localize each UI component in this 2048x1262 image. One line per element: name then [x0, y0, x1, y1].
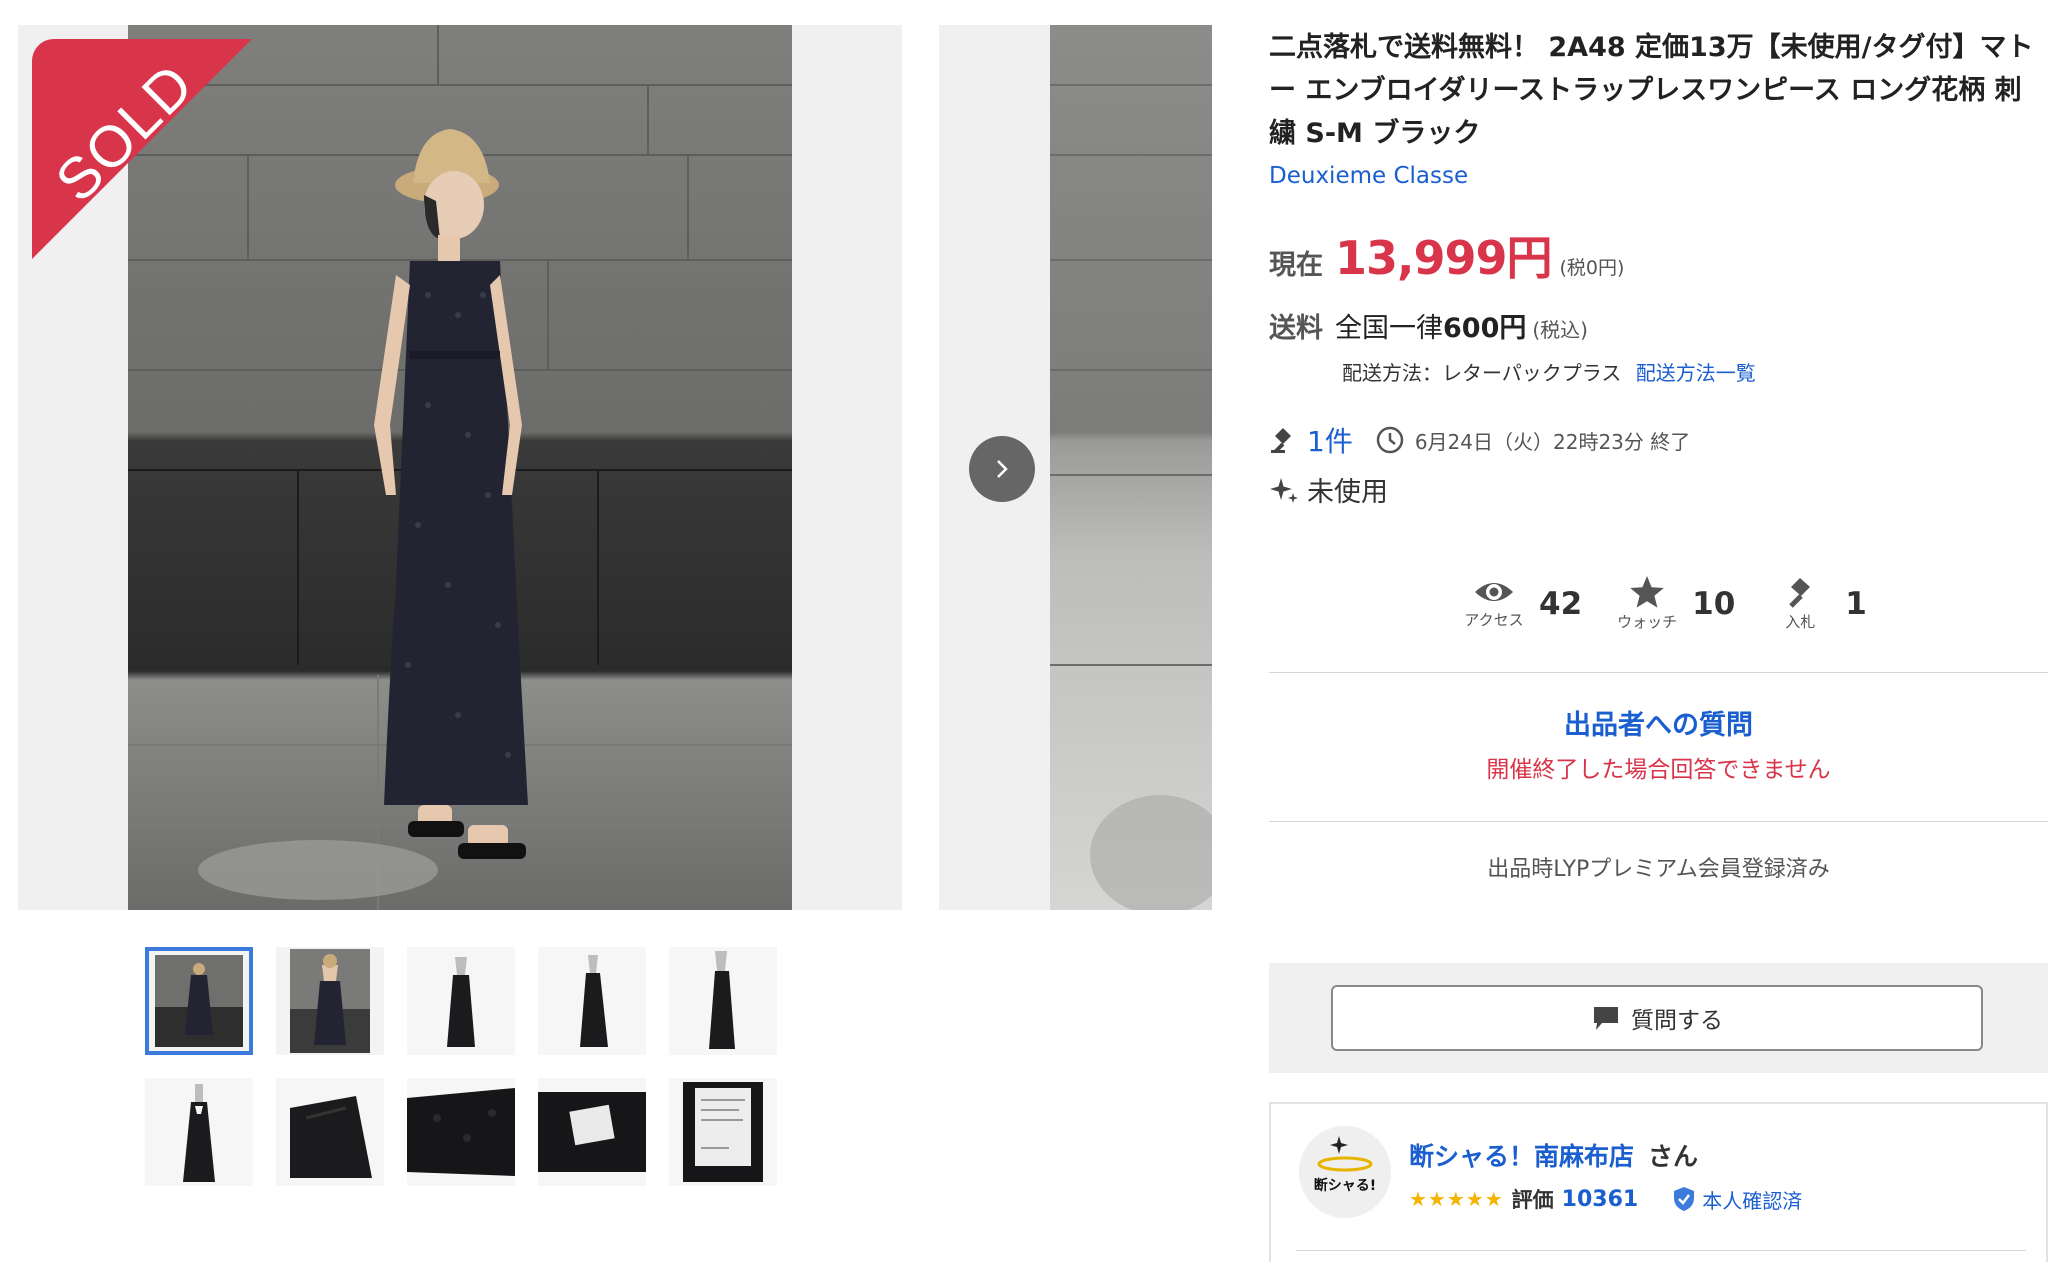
thumbnail-image	[407, 947, 515, 1055]
thumbnail-8[interactable]	[407, 1078, 515, 1186]
chevron-right-icon	[997, 460, 1008, 478]
thumbnail-7[interactable]	[276, 1078, 384, 1186]
questions-closed-note: 開催終了した場合回答できません	[1486, 757, 1831, 783]
item-condition: 未使用	[1307, 477, 1388, 508]
current-price: 13,999円	[1335, 231, 1553, 285]
thumbnail-10[interactable]	[669, 1078, 777, 1186]
thumbnail-image	[538, 1078, 646, 1186]
ask-question-label: 質問する	[1631, 1008, 1723, 1034]
seller-honorific: さん	[1647, 1142, 1698, 1171]
auction-page: SOLD 二点落札で送料無料！ 2A48 定価13万【未使用/タグ付】マトー エ…	[0, 0, 2048, 1262]
ask-question-section: 質問する	[1269, 963, 2048, 1073]
shipping-method-text: 配送方法：レターパックプラス	[1342, 361, 1622, 385]
thumbnail-2[interactable]	[276, 947, 384, 1055]
item-info-panel: 二点落札で送料無料！ 2A48 定価13万【未使用/タグ付】マトー エンブロイダ…	[1269, 0, 2048, 1262]
stat-watch-value: 10	[1692, 585, 1736, 622]
sparkle-icon	[1270, 477, 1298, 503]
condition-row: 未使用	[1269, 470, 1388, 509]
thumbnail-image	[276, 1078, 384, 1186]
shipping-methods-link[interactable]: 配送方法一覧	[1636, 361, 1756, 385]
stat-access-value: 42	[1539, 585, 1583, 622]
seller-card: 断シャる! 断シャる！南麻布店 さん ★★★★★ 評価 10361 本人確認済	[1269, 1102, 2048, 1262]
rating-stars: ★★★★★	[1409, 1187, 1504, 1211]
next-image-button[interactable]	[969, 436, 1035, 502]
auction-end-time: 6月24日（火）22時23分 終了	[1414, 429, 1691, 454]
price-row: 現在 13,999円 (税0円)	[1269, 222, 1624, 288]
stat-watch: ウォッチ 10	[1612, 575, 1735, 632]
eye-icon	[1475, 583, 1513, 601]
thumbnail-image	[669, 947, 777, 1055]
thumbnail-3[interactable]	[407, 947, 515, 1055]
stat-bids-label: 入札	[1785, 613, 1816, 631]
divider	[1269, 821, 2048, 822]
seller-name-row: 断シャる！南麻布店 さん	[1409, 1137, 1698, 1173]
thumbnail-image	[290, 949, 370, 1053]
premium-member-note: 出品時LYPプレミアム会員登録済み	[1487, 857, 1830, 882]
thumbnail-grid	[145, 947, 785, 1186]
item-title: 二点落札で送料無料！ 2A48 定価13万【未使用/タグ付】マトー エンブロイダ…	[1269, 32, 2034, 149]
seller-logo-text: 断シャる!	[1314, 1177, 1376, 1194]
ask-question-button[interactable]: 質問する	[1331, 985, 1983, 1051]
next-photo-scene	[1050, 25, 1212, 910]
bid-row: 1件 6月24日（火）22時23分 終了	[1269, 420, 1690, 460]
seller-name-link[interactable]: 断シャる！南麻布店	[1409, 1142, 1634, 1171]
gavel-icon	[1271, 428, 1291, 454]
thumbnail-9[interactable]	[538, 1078, 646, 1186]
shipping-label: 送料	[1269, 313, 1323, 344]
thumbnail-image	[155, 955, 243, 1047]
shipping-amount: 600円	[1443, 313, 1527, 344]
stat-access-label: アクセス	[1464, 611, 1524, 629]
thumbnail-1[interactable]	[145, 947, 253, 1055]
thumbnail-image	[538, 947, 646, 1055]
shield-check-icon	[1674, 1187, 1695, 1211]
shipping-area: 全国一律	[1335, 313, 1443, 344]
price-label: 現在	[1269, 250, 1323, 281]
item-stats: アクセス 42 ウォッチ 10 入札 1	[1459, 575, 1897, 632]
stat-watch-label: ウォッチ	[1617, 613, 1678, 631]
divider	[1269, 672, 2048, 673]
thumbnail-image	[407, 1078, 515, 1186]
thumbnail-6[interactable]	[145, 1078, 253, 1186]
sold-badge: SOLD	[32, 39, 272, 279]
thumbnail-5[interactable]	[669, 947, 777, 1055]
seller-logo: 断シャる!	[1299, 1126, 1391, 1218]
stat-access: アクセス 42	[1459, 577, 1582, 630]
speech-bubble-icon	[1594, 1007, 1618, 1030]
seller-rating-row: ★★★★★ 評価 10361 本人確認済	[1409, 1184, 1802, 1214]
rating-value-link[interactable]: 10361	[1562, 1187, 1639, 1212]
seller-questions-link[interactable]: 出品者への質問	[1269, 703, 2048, 742]
identity-verified: 本人確認済	[1672, 1185, 1802, 1214]
next-photo-illustration	[1050, 84, 1212, 910]
star-icon	[1630, 576, 1664, 608]
thumbnail-image	[145, 1078, 253, 1186]
rating-label: 評価	[1511, 1188, 1554, 1212]
main-product-image[interactable]: SOLD	[18, 25, 902, 910]
stat-bids: 入札 1	[1765, 575, 1867, 632]
seller-avatar[interactable]: 断シャる!	[1299, 1126, 1391, 1218]
shipping-method: 配送方法：レターパックプラス 配送方法一覧	[1342, 357, 1756, 386]
shipping-row: 送料 全国一律 600円 (税込)	[1269, 306, 1588, 345]
brand-link[interactable]: Deuxieme Classe	[1269, 163, 1468, 189]
bid-count-link[interactable]: 1件	[1307, 420, 1353, 460]
identity-verified-label: 本人確認済	[1702, 1188, 1803, 1213]
divider	[1296, 1250, 2026, 1251]
stat-bids-value: 1	[1845, 585, 1867, 622]
gavel-icon	[1789, 578, 1811, 608]
shipping-tax-note: (税込)	[1532, 318, 1588, 342]
thumbnail-image	[669, 1078, 777, 1186]
thumbnail-4[interactable]	[538, 947, 646, 1055]
price-tax-note: (税0円)	[1559, 257, 1625, 279]
clock-icon	[1376, 426, 1404, 454]
